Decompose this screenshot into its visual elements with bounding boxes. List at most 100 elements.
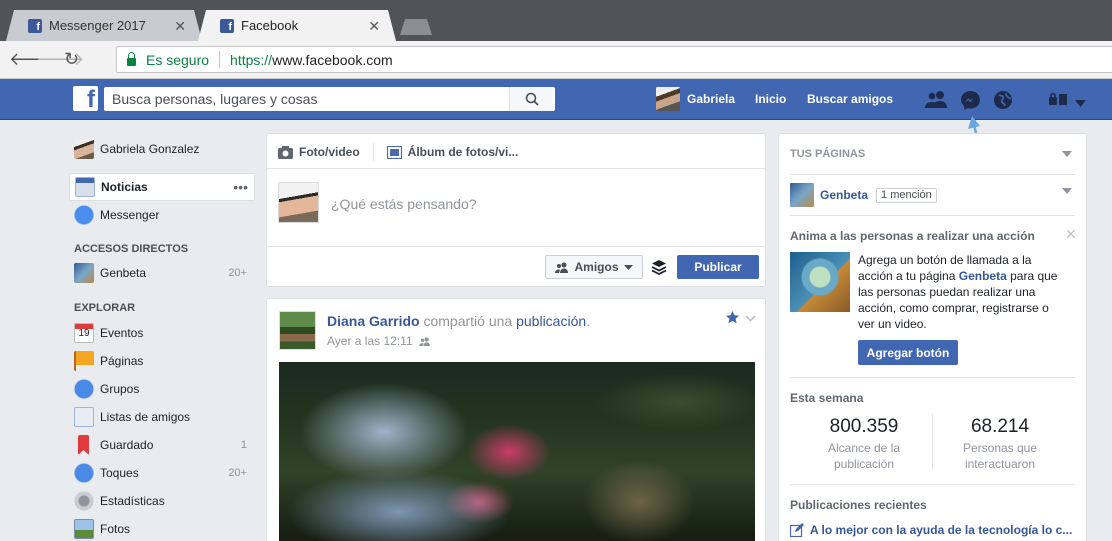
explore-header: EXPLORAR (74, 302, 136, 314)
post-action-text: compartió una (423, 313, 513, 329)
engagement-stat[interactable]: 68.214 Personas que interactuaron (935, 416, 1065, 472)
chevron-down-icon[interactable] (1075, 96, 1086, 110)
sidebar-item-label: Listas de amigos (100, 410, 191, 424)
page-link[interactable]: Genbeta (959, 269, 1007, 283)
composer-footer: Amigos Publicar (267, 246, 765, 286)
post-header: Diana Garrido compartió una publicación. (327, 313, 590, 329)
add-button-button[interactable]: Agregar botón (858, 340, 958, 365)
more-options-icon[interactable]: ••• (233, 179, 248, 195)
stat-value: 800.359 (829, 416, 899, 437)
browser-tab-messenger[interactable]: f Messenger 2017 ✕ (6, 10, 202, 41)
sidebar-item-label: Messenger (100, 208, 160, 222)
sidebar-item-label: Gabriela Gonzalez (100, 142, 200, 156)
post-photo[interactable] (279, 362, 755, 541)
find-friends-link[interactable]: Buscar amigos (807, 92, 893, 106)
star-icon[interactable] (726, 311, 739, 327)
notifications-globe-icon[interactable] (993, 90, 1013, 113)
composer-tabs: Foto/video Álbum de fotos/vi... (278, 143, 518, 161)
tab-photo-video[interactable]: Foto/video (278, 145, 360, 159)
tab-label: Foto/video (299, 145, 360, 159)
divider (267, 168, 765, 169)
page-row[interactable]: Genbeta 1 mención (790, 183, 937, 207)
sidebar-item-events[interactable]: 19 Eventos (69, 319, 255, 347)
friend-requests-icon[interactable] (925, 90, 948, 111)
photos-icon (74, 519, 94, 539)
sidebar-item-pages[interactable]: Páginas (69, 347, 255, 375)
page-avatar (74, 263, 94, 283)
avatar[interactable] (279, 311, 316, 350)
page-name[interactable]: Genbeta (820, 188, 868, 202)
post-timestamp-row: Ayer a las 12:11 (327, 334, 431, 348)
edit-icon (790, 523, 804, 537)
profile-link[interactable]: Gabriela (656, 87, 735, 111)
avatar (74, 139, 94, 159)
url-protocol: https:// (230, 51, 273, 68)
sidebar-item-label: Toques (100, 466, 139, 480)
audience-friends-icon (418, 336, 430, 346)
close-icon[interactable]: ✕ (368, 18, 380, 35)
sidebar-item-messenger[interactable]: Messenger (69, 201, 255, 229)
bookmark-icon (78, 435, 89, 455)
calendar-icon: 19 (74, 323, 94, 343)
reach-stat[interactable]: 800.359 Alcance de la publicación (799, 416, 929, 472)
quick-help-icon[interactable] (1048, 92, 1068, 109)
avatar (656, 87, 680, 111)
close-icon[interactable]: ✕ (174, 18, 186, 35)
home-link[interactable]: Inicio (755, 92, 786, 106)
address-bar[interactable]: Es seguro https:// www.facebook.com (116, 46, 1112, 73)
sidebar-item-groups[interactable]: Grupos (69, 375, 255, 403)
sidebar-item-pokes[interactable]: Toques 20+ (69, 459, 255, 487)
sidebar-item-insights[interactable]: Estadísticas (69, 487, 255, 515)
post-object-link[interactable]: publicación (516, 313, 586, 329)
post-author-link[interactable]: Diana Garrido (327, 313, 420, 329)
sidebar-item-friend-lists[interactable]: Listas de amigos (69, 403, 255, 431)
page-avatar (790, 183, 814, 207)
tab-photo-album[interactable]: Álbum de fotos/vi... (386, 145, 519, 159)
chevron-down-icon[interactable] (745, 311, 756, 325)
publish-button[interactable]: Publicar (677, 255, 759, 279)
search-box (104, 87, 555, 111)
browser-tab-facebook[interactable]: f Facebook ✕ (198, 10, 396, 41)
avatar (278, 182, 319, 223)
divider (790, 174, 1075, 175)
user-name: Gabriela (687, 92, 736, 106)
search-input[interactable] (104, 88, 509, 110)
post-timestamp[interactable]: Ayer a las 12:11 (327, 334, 413, 348)
notification-count: 1 (240, 439, 247, 451)
stat-label: Personas que interactuaron (962, 441, 1038, 471)
sidebar-item-photos[interactable]: Fotos (69, 515, 255, 541)
notification-count: 20+ (228, 267, 247, 279)
post-composer: Foto/video Álbum de fotos/vi... ¿Qué est… (266, 133, 766, 287)
reload-icon[interactable]: ↻ (64, 50, 79, 68)
search-icon (525, 92, 539, 106)
chevron-down-icon[interactable] (1062, 151, 1072, 157)
stat-value: 68.214 (970, 416, 1030, 437)
facebook-header: f Gabriela Inicio Buscar amigos (0, 79, 1112, 120)
sidebar-item-saved[interactable]: Guardado 1 (69, 431, 255, 459)
search-button[interactable] (509, 87, 553, 111)
divider (932, 414, 933, 470)
facebook-logo-icon[interactable]: f (73, 86, 98, 112)
audience-selector[interactable]: Amigos (545, 255, 643, 279)
flag-icon (74, 351, 94, 371)
chevron-down-icon[interactable] (1062, 188, 1072, 194)
divider (790, 215, 1075, 216)
stat-label: Alcance de la publicación (827, 441, 901, 471)
messenger-icon (74, 205, 94, 225)
sidebar-item-label: Grupos (100, 382, 140, 396)
recent-post-item[interactable]: A lo mejor con la ayuda de la tecnología… (790, 523, 1075, 537)
close-icon[interactable]: ✕ (1065, 226, 1077, 243)
messenger-icon[interactable] (960, 90, 981, 113)
layers-icon[interactable] (651, 259, 667, 278)
recent-posts-header: Publicaciones recientes (790, 498, 927, 512)
tab-label: Álbum de fotos/vi... (407, 145, 519, 159)
composer-input[interactable]: ¿Qué estás pensando? (331, 196, 477, 212)
sidebar-item-label: Eventos (100, 326, 144, 340)
new-tab-button[interactable] (400, 19, 432, 35)
sidebar-item-news-feed[interactable]: Noticias ••• (69, 173, 255, 201)
feed-post: Diana Garrido compartió una publicación.… (266, 298, 766, 541)
browser-toolbar: 🡐 🡒 ↻ Es seguro https:// www.facebook.co… (0, 41, 1112, 79)
sidebar-item-genbeta[interactable]: Genbeta 20+ (69, 259, 255, 287)
sidebar-item-profile[interactable]: Gabriela Gonzalez (69, 135, 255, 163)
chevron-down-icon (623, 264, 633, 270)
